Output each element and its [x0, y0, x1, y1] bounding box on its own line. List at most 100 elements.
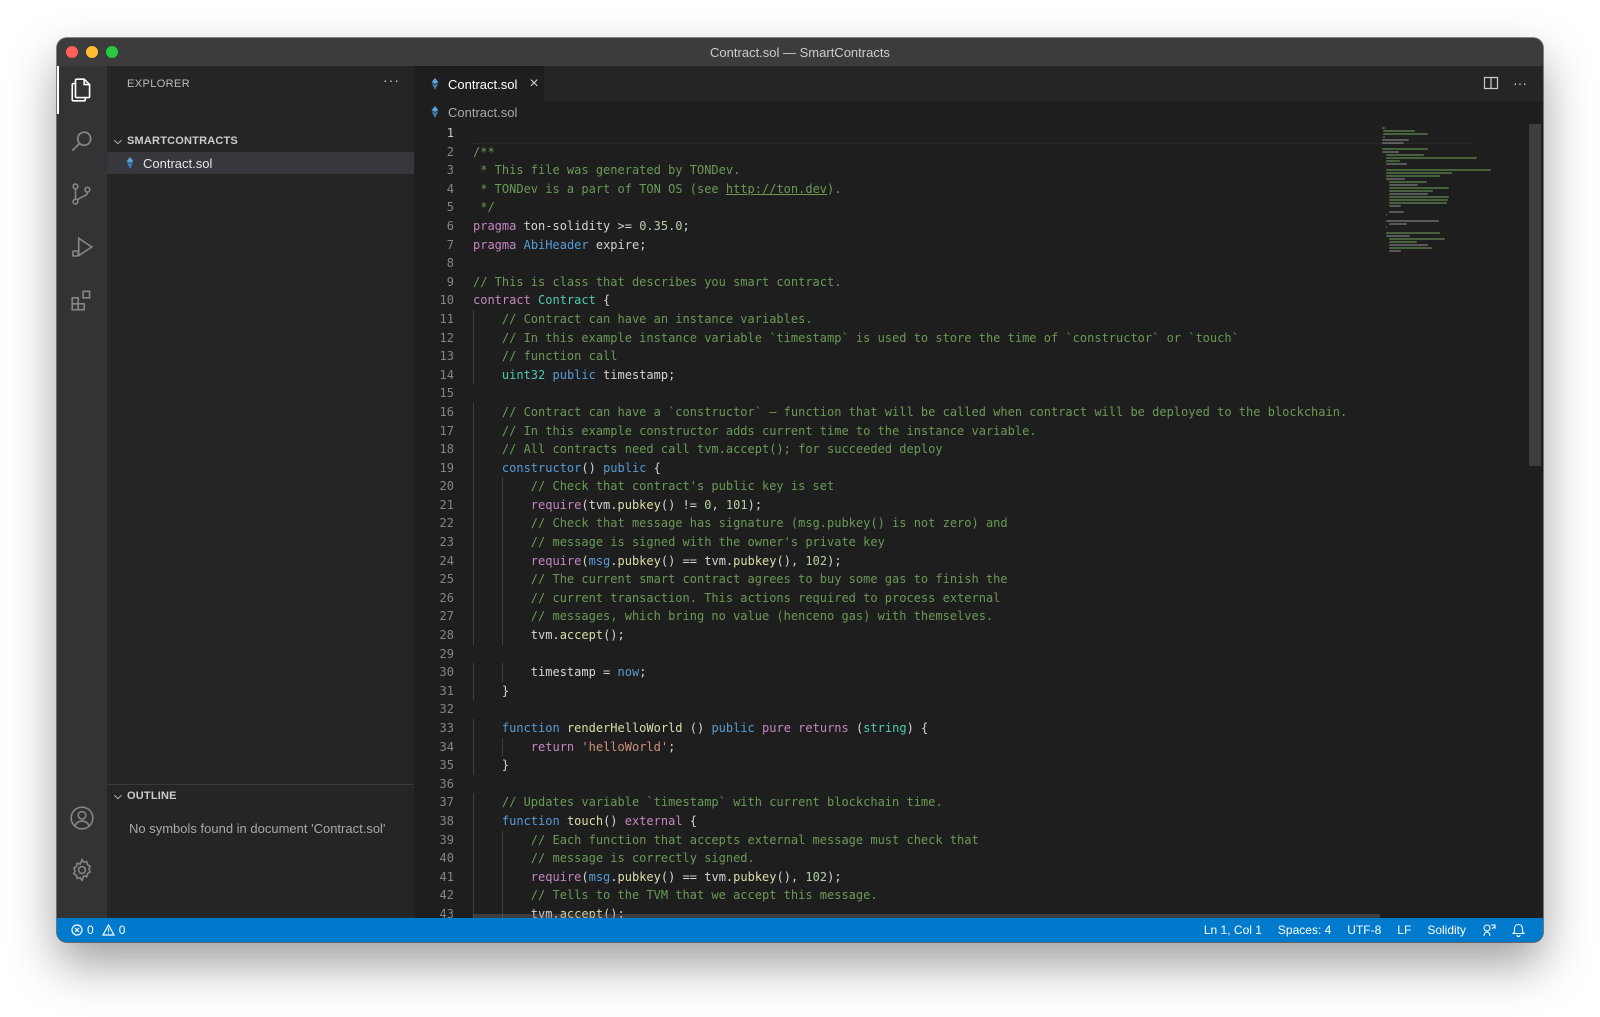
- line-number: 7: [446, 237, 454, 252]
- editor-actions: ···: [1483, 75, 1527, 91]
- code-line[interactable]: // In this example instance variable `ti…: [473, 328, 1473, 348]
- end-of-line[interactable]: LF: [1397, 923, 1411, 937]
- code-line[interactable]: [473, 124, 1473, 144]
- minimap-line: [1389, 205, 1401, 207]
- code-line[interactable]: }: [473, 681, 1473, 701]
- code-line[interactable]: // This is class that describes you smar…: [473, 273, 1473, 292]
- code-line[interactable]: function touch() external {: [473, 811, 1473, 831]
- code-line[interactable]: */: [473, 198, 1473, 217]
- folder-header[interactable]: ⌵ SMARTCONTRACTS: [107, 130, 414, 152]
- minimap-line: [1385, 232, 1441, 234]
- run-debug-icon[interactable]: [57, 223, 107, 271]
- file-tree-item[interactable]: Contract.sol: [107, 152, 414, 174]
- maximize-window-button[interactable]: [106, 46, 118, 58]
- code-line[interactable]: function renderHelloWorld () public pure…: [473, 719, 1473, 738]
- code-line[interactable]: [473, 645, 1473, 664]
- close-window-button[interactable]: [66, 46, 78, 58]
- minimap-line: [1389, 244, 1428, 246]
- indent-guide: [502, 607, 503, 627]
- tab-contract-sol[interactable]: Contract.sol ×: [414, 66, 544, 101]
- feedback-icon[interactable]: [1482, 923, 1496, 937]
- code-line[interactable]: // In this example constructor adds curr…: [473, 421, 1473, 441]
- indent-guide: [502, 886, 503, 905]
- code-line[interactable]: // All contracts need call tvm.accept();…: [473, 440, 1473, 459]
- line-number: 29: [439, 646, 454, 661]
- extensions-icon[interactable]: [57, 276, 107, 324]
- code-line[interactable]: [473, 700, 1473, 719]
- outline-header[interactable]: ⌵ OUTLINE: [107, 785, 414, 807]
- indent-guide: [473, 681, 474, 701]
- code-line[interactable]: contract Contract {: [473, 291, 1473, 310]
- indentation[interactable]: Spaces: 4: [1278, 923, 1331, 937]
- split-editor-icon[interactable]: [1483, 75, 1499, 91]
- editor-more-actions-icon[interactable]: ···: [1513, 75, 1527, 91]
- code-line[interactable]: // Check that message has signature (msg…: [473, 514, 1473, 534]
- line-number: 9: [446, 274, 454, 289]
- code-line[interactable]: [473, 775, 1473, 794]
- line-number: 17: [439, 423, 454, 438]
- code-line[interactable]: // The current smart contract agrees to …: [473, 570, 1473, 589]
- notifications-bell-icon[interactable]: [1512, 923, 1525, 937]
- code-line[interactable]: pragma AbiHeader expire;: [473, 236, 1473, 255]
- minimize-window-button[interactable]: [86, 46, 98, 58]
- minimap[interactable]: [1382, 124, 1502, 918]
- source-control-icon[interactable]: [57, 170, 107, 218]
- code-line[interactable]: pragma ton-solidity >= 0.35.0;: [473, 217, 1473, 236]
- breadcrumb[interactable]: Contract.sol: [414, 101, 1543, 123]
- line-number: 25: [439, 572, 454, 587]
- problems-indicator[interactable]: 0 0: [71, 923, 125, 937]
- code-line[interactable]: // Tells to the TVM that we accept this …: [473, 886, 1473, 905]
- indent-guide: [473, 793, 474, 812]
- cursor-position[interactable]: Ln 1, Col 1: [1204, 923, 1262, 937]
- code-line[interactable]: // Check that contract's public key is s…: [473, 477, 1473, 496]
- code-line[interactable]: require(tvm.pubkey() != 0, 101);: [473, 495, 1473, 515]
- code-line[interactable]: return 'helloWorld';: [473, 737, 1473, 757]
- code-line[interactable]: // Each function that accepts external m…: [473, 830, 1473, 850]
- code-line[interactable]: // Contract can have an instance variabl…: [473, 309, 1473, 329]
- indent-guide: [473, 458, 474, 478]
- code-line[interactable]: // function call: [473, 347, 1473, 366]
- code-line[interactable]: require(msg.pubkey() == tvm.pubkey(), 10…: [473, 551, 1473, 571]
- line-number: 18: [439, 442, 454, 457]
- indent-guide: [473, 756, 474, 775]
- vertical-scrollbar[interactable]: [1529, 124, 1541, 466]
- code-line[interactable]: // messages, which bring no value (hence…: [473, 607, 1473, 627]
- minimap-line: [1385, 175, 1441, 177]
- code-line[interactable]: // current transaction. This actions req…: [473, 588, 1473, 608]
- code-line[interactable]: [473, 254, 1473, 273]
- indent-guide: [502, 626, 503, 645]
- code-line[interactable]: uint32 public timestamp;: [473, 365, 1473, 385]
- code-line[interactable]: require(msg.pubkey() == tvm.pubkey(), 10…: [473, 867, 1473, 887]
- code-line[interactable]: timestamp = now;: [473, 663, 1473, 682]
- tab-close-icon[interactable]: ×: [529, 75, 538, 93]
- code-line[interactable]: /**: [473, 143, 1473, 162]
- code-line[interactable]: // message is signed with the owner's pr…: [473, 533, 1473, 552]
- search-icon[interactable]: [57, 118, 107, 166]
- solidity-file-icon: [126, 157, 134, 169]
- encoding[interactable]: UTF-8: [1347, 923, 1381, 937]
- settings-gear-icon[interactable]: [57, 846, 107, 894]
- line-number: 2: [446, 144, 454, 159]
- sidebar-more-actions-icon[interactable]: ···: [383, 72, 400, 88]
- code-line[interactable]: // message is correctly signed.: [473, 849, 1473, 868]
- indent-guide: [473, 886, 474, 905]
- account-icon[interactable]: [57, 794, 107, 842]
- explorer-icon[interactable]: [57, 66, 107, 114]
- code-editor[interactable]: /** * This file was generated by TONDev.…: [473, 124, 1473, 918]
- code-line[interactable]: * TONDev is a part of TON OS (see http:/…: [473, 180, 1473, 199]
- minimap-line: [1389, 241, 1418, 243]
- code-line[interactable]: // Updates variable `timestamp` with cur…: [473, 793, 1473, 812]
- code-line[interactable]: tvm.accept();: [473, 626, 1473, 645]
- code-line[interactable]: * This file was generated by TONDev.: [473, 161, 1473, 180]
- breadcrumb-file: Contract.sol: [448, 104, 518, 120]
- code-line[interactable]: // Contract can have a `constructor` – f…: [473, 402, 1473, 422]
- line-number: 28: [439, 628, 454, 643]
- indent-guide: [473, 551, 474, 571]
- code-line[interactable]: }: [473, 756, 1473, 775]
- code-line[interactable]: [473, 384, 1473, 403]
- line-number: 40: [439, 851, 454, 866]
- line-number: 15: [439, 386, 454, 401]
- code-line[interactable]: constructor() public {: [473, 458, 1473, 478]
- minimap-line: [1382, 151, 1400, 153]
- language-mode[interactable]: Solidity: [1427, 923, 1466, 937]
